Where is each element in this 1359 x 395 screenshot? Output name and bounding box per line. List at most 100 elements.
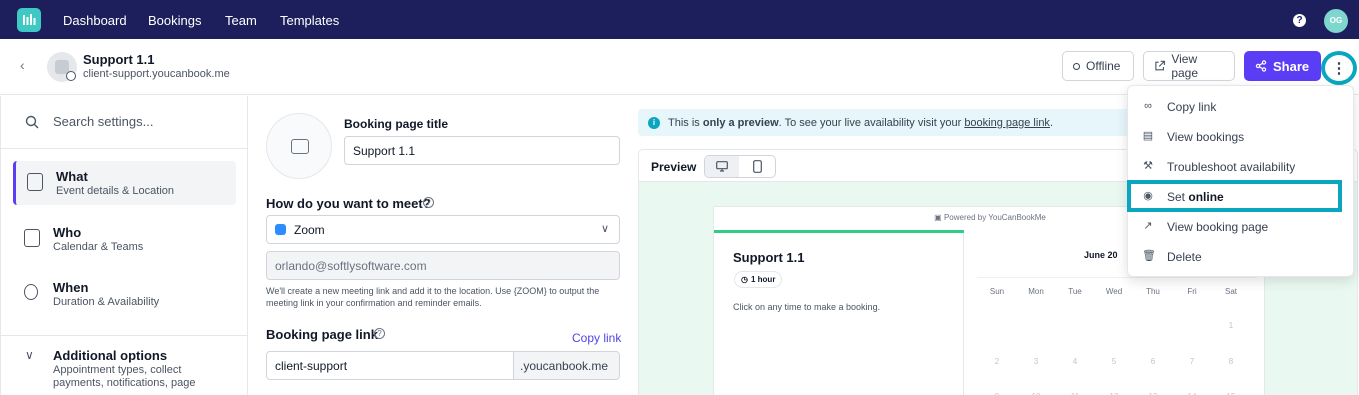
page-avatar (47, 52, 77, 82)
calendar-day[interactable]: 7 (1177, 357, 1207, 366)
menu-item-view-booking-page[interactable]: ↗ View booking page (1128, 211, 1355, 241)
calendar-day[interactable]: 4 (1060, 357, 1090, 366)
meeting-type-select[interactable]: Zoom ∨ (266, 215, 620, 244)
mobile-icon[interactable] (753, 160, 762, 173)
more-options-icon[interactable]: ⋮ (1326, 55, 1352, 81)
desktop-icon[interactable] (716, 161, 728, 172)
upload-image-button[interactable] (266, 113, 332, 179)
calendar-day[interactable]: 8 (1216, 357, 1246, 366)
set-online-highlight (1127, 180, 1342, 212)
divider (1, 148, 248, 149)
settings-search[interactable]: Search settings... (25, 114, 153, 129)
trash-icon: 🗑 (1142, 250, 1156, 262)
page-url: client-support.youcanbook.me (83, 68, 230, 80)
sidebar-item-label: What (56, 169, 88, 184)
offline-status-icon (1073, 62, 1080, 70)
nav-templates[interactable]: Templates (280, 13, 339, 28)
settings-sidebar: Search settings... What Event details & … (0, 96, 248, 395)
divider (977, 277, 1257, 278)
divider (1, 335, 248, 336)
accent-bar (714, 230, 964, 233)
nav-bookings[interactable]: Bookings (148, 13, 201, 28)
sidebar-item-who[interactable]: Who Calendar & Teams (13, 217, 236, 261)
preview-info-banner: i This is only a preview. To see your li… (638, 109, 1138, 136)
view-page-label: View page (1171, 52, 1199, 80)
divider (963, 233, 964, 395)
calendar-day[interactable]: 6 (1138, 357, 1168, 366)
back-arrow-icon[interactable]: ‹ (20, 57, 25, 73)
status-indicator-icon (66, 71, 76, 81)
zoom-icon (275, 224, 286, 235)
meet-label: How do you want to meet? (266, 196, 431, 211)
sidebar-item-sub: Appointment types, collect payments, not… (53, 364, 196, 389)
view-page-button[interactable]: View page (1143, 51, 1235, 81)
wrench-icon: ⚒ (1143, 160, 1153, 172)
booking-title-input[interactable]: Support 1.1 (344, 136, 620, 165)
weekday: Wed (1105, 287, 1123, 296)
nav-team[interactable]: Team (225, 13, 257, 28)
calendar-day[interactable]: 1 (1216, 321, 1246, 330)
info-text: This is only a preview. To see your live… (668, 116, 1053, 129)
menu-item-troubleshoot[interactable]: ⚒ Troubleshoot availability (1128, 151, 1355, 181)
booking-link-suffix: .youcanbook.me (513, 351, 620, 380)
preview-label: Preview (651, 160, 697, 174)
top-nav: Dashboard Bookings Team Templates ? OG (0, 0, 1359, 39)
user-avatar[interactable]: OG (1324, 9, 1348, 33)
clock-icon: ◷ (741, 275, 748, 284)
sidebar-item-when[interactable]: When Duration & Availability (13, 272, 236, 316)
offline-button[interactable]: Offline (1062, 51, 1134, 81)
meeting-hint: We'll create a new meeting link and add … (266, 286, 600, 308)
weekday: Mon (1028, 287, 1044, 296)
offline-label: Offline (1086, 59, 1121, 73)
weekday: Tue (1068, 287, 1082, 296)
info-circle-icon[interactable]: ? (374, 328, 385, 339)
email-field: orlando@softlysoftware.com (266, 251, 620, 280)
weekday: Sun (989, 287, 1005, 296)
card-title: Support 1.1 (733, 250, 805, 265)
nav-dashboard[interactable]: Dashboard (63, 13, 127, 28)
weekday: Thu (1146, 287, 1160, 296)
booking-page-link[interactable]: booking page link (964, 117, 1050, 129)
calendar-user-icon (24, 229, 40, 247)
booking-link-label: Booking page link (266, 327, 378, 342)
menu-item-view-bookings[interactable]: ▤ View bookings (1128, 121, 1355, 151)
card-note: Click on any time to make a booking. (733, 302, 881, 312)
page-title: Support 1.1 (83, 52, 155, 67)
document-icon (27, 173, 43, 191)
calendar-month: June 20 (1084, 250, 1118, 260)
menu-item-copy-link[interactable]: ∞ Copy link (1128, 91, 1355, 121)
duration-badge: ◷ 1 hour (734, 271, 783, 288)
calendar-day[interactable]: 3 (1021, 357, 1051, 366)
share-icon (1255, 60, 1267, 72)
search-input[interactable]: Search settings... (53, 114, 153, 129)
help-icon[interactable]: ? (1293, 14, 1306, 27)
chevron-down-icon: ∨ (600, 223, 609, 235)
external-link-icon: ↗ (1143, 220, 1153, 232)
info-circle-icon[interactable]: ? (423, 197, 434, 208)
calendar-day[interactable]: 2 (982, 357, 1012, 366)
booking-title-label: Booking page title (344, 117, 449, 131)
camera-icon (291, 139, 309, 154)
app-logo-icon[interactable] (17, 8, 41, 32)
sidebar-item-sub: Calendar & Teams (53, 241, 144, 253)
calendar-day[interactable]: 5 (1099, 357, 1129, 366)
search-icon (25, 115, 39, 128)
sidebar-item-label: When (53, 280, 89, 295)
menu-item-delete[interactable]: 🗑 Delete (1128, 241, 1355, 271)
sidebar-item-label: Who (53, 225, 82, 240)
sidebar-item-what[interactable]: What Event details & Location (13, 161, 236, 205)
chevron-down-icon: ∨ (25, 348, 34, 362)
sidebar-item-sub: Duration & Availability (53, 296, 160, 308)
device-toggle (704, 155, 776, 178)
sidebar-item-sub: Event details & Location (56, 185, 175, 197)
info-icon: i (648, 116, 660, 129)
weekday: Sat (1224, 287, 1237, 296)
booking-link-input[interactable]: client-support (266, 351, 514, 380)
watch-icon (24, 284, 38, 300)
calendar-icon: ▤ (1142, 130, 1154, 142)
share-button[interactable]: Share (1244, 51, 1321, 81)
copy-link-button[interactable]: Copy link (572, 331, 621, 345)
weekday: Fri (1187, 287, 1197, 296)
share-label: Share (1273, 58, 1310, 74)
link-icon: ∞ (1144, 100, 1152, 112)
